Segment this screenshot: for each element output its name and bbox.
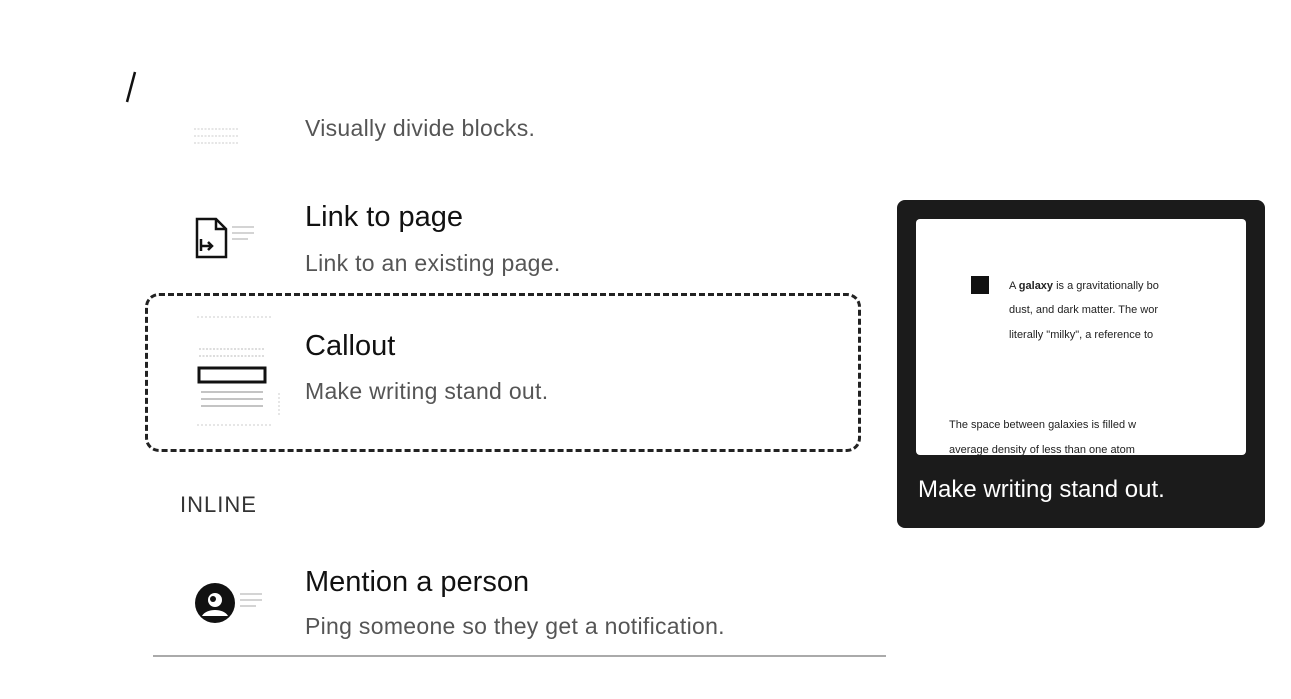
block-preview-tooltip: A galaxy is a gravitationally bo dust, a… (897, 200, 1265, 528)
preview-line: A galaxy is a gravitationally bo (1009, 280, 1159, 292)
menu-item-callout[interactable]: Callout Make writing stand out. (150, 300, 865, 450)
preview-line: average density of less than one atom (949, 444, 1135, 455)
callout-square-icon (971, 276, 989, 294)
menu-item-description: Visually divide blocks. (305, 115, 536, 141)
slash-command-indicator (124, 70, 138, 104)
preview-line: literally "milky", a reference to (1009, 329, 1154, 341)
page-link-icon (190, 213, 272, 268)
menu-item-divider[interactable]: Visually divide blocks. (150, 100, 865, 170)
menu-item-description: Link to an existing page. (305, 250, 561, 276)
preview-card: A galaxy is a gravitationally bo dust, a… (916, 219, 1246, 455)
section-header-inline: INLINE (180, 492, 257, 517)
preview-line: dust, and dark matter. The wor (1009, 304, 1158, 316)
preview-line: The space between galaxies is filled w (949, 419, 1137, 431)
menu-item-description: Ping someone so they get a notification. (305, 613, 725, 639)
menu-item-description: Make writing stand out. (305, 378, 549, 404)
menu-item-title: Link to page (305, 201, 464, 233)
menu-item-mention[interactable]: Mention a person Ping someone so they ge… (150, 560, 865, 650)
menu-item-link-to-page[interactable]: Link to page Link to an existing page. (150, 195, 865, 285)
menu-item-title: Callout (305, 330, 396, 362)
callout-icon (195, 315, 285, 438)
menu-bottom-divider (153, 655, 886, 657)
menu-item-title: Mention a person (305, 566, 530, 598)
avatar-icon (190, 580, 272, 635)
preview-caption: Make writing stand out. (918, 476, 1165, 503)
divider-icon (190, 120, 246, 155)
